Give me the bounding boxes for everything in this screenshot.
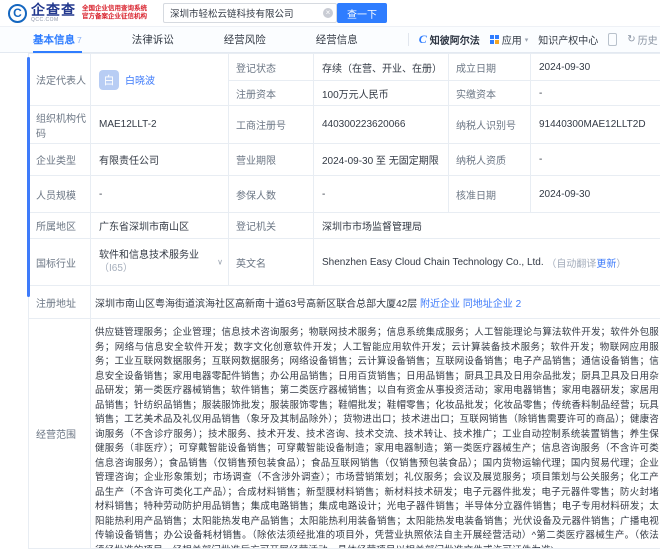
- taxpayer-id-value: 91440300MAE12LLT2D: [531, 106, 660, 144]
- staff-size-label: 人员规模: [29, 176, 91, 213]
- reg-capital-label: 注册资本: [229, 81, 314, 106]
- industry-label: 国标行业: [29, 239, 91, 286]
- biz-term-label: 营业期限: [229, 144, 314, 176]
- paid-capital-label: 实缴资本: [449, 81, 531, 106]
- divider: [407, 33, 409, 46]
- slogan-line-1: 全国企业信用查询系统: [82, 5, 147, 12]
- org-code-label: 组织机构代码: [29, 106, 91, 144]
- chevron-down-icon: ▾: [524, 36, 529, 44]
- reg-capital-value: 100万元人民币: [314, 81, 449, 106]
- company-type-value: 有限责任公司: [91, 144, 229, 176]
- slogan-line-2: 官方备案企业征信机构: [82, 13, 147, 20]
- avatar[interactable]: 白: [99, 69, 119, 90]
- qcc-logo[interactable]: C 企查查 QCC.COM: [8, 3, 76, 23]
- tab-operation-info[interactable]: 经营信息: [316, 27, 358, 52]
- basic-info-table: 法定代表人 白 白晓波 登记状态 存续（在营、开业、在册） 成立日期 2024-…: [28, 53, 660, 549]
- en-name-note: （自动翻译: [546, 258, 597, 270]
- history-icon: ↻: [627, 34, 636, 45]
- apps-menu[interactable]: 应用 ▾: [489, 32, 529, 47]
- scope-value: 供应链管理服务；企业管理；信息技术咨询服务；物联网技术服务；信息系统集成服务；人…: [95, 327, 659, 548]
- tabbar-right-tools: C 知彼阿尔法 应用 ▾ 知识产权中心 ↻ 历史 ★ SVIP 会员服务 ···: [407, 27, 660, 52]
- reg-authority-value: 深圳市市场监督管理局: [314, 213, 660, 239]
- search-button[interactable]: 查一下: [337, 3, 387, 23]
- biz-term-value: 2024-09-30 至 无固定期限: [314, 144, 449, 176]
- est-date-label: 成立日期: [449, 54, 531, 81]
- scroll-indicator[interactable]: [27, 57, 30, 297]
- est-date-value: 2024-09-30: [531, 54, 660, 81]
- insured-value: -: [314, 176, 449, 213]
- top-bar: C 企查查 QCC.COM 全国企业信用查询系统 官方备案企业征信机构 × 查一…: [0, 0, 660, 26]
- tab-basic-info[interactable]: 基本信息 7: [33, 27, 82, 53]
- qcc-slogan: 全国企业信用查询系统 官方备案企业征信机构: [82, 5, 147, 21]
- staff-size-value: -: [91, 176, 229, 213]
- apps-grid-icon: [489, 35, 499, 44]
- approval-date-value: 2024-09-30: [531, 176, 660, 213]
- region-value: 广东省深圳市南山区: [91, 213, 229, 239]
- biz-reg-no-value: 440300223620066: [314, 106, 449, 144]
- qcc-logo-domain: QCC.COM: [31, 17, 59, 23]
- scope-label: 经营范围: [29, 319, 91, 549]
- region-label: 所属地区: [29, 213, 91, 239]
- zhibi-alpha-icon: C: [418, 32, 427, 46]
- paid-capital-value: -: [531, 81, 660, 106]
- address-label: 注册地址: [29, 286, 91, 319]
- same-address-companies-link[interactable]: 同地址企业 2: [463, 295, 521, 310]
- tab-operation-risk-label: 经营风险: [223, 34, 266, 46]
- scope-cell: 供应链管理服务；企业管理；信息技术咨询服务；物联网技术服务；信息系统集成服务；人…: [91, 319, 660, 549]
- company-type-label: 企业类型: [29, 144, 91, 176]
- ip-center-link[interactable]: 知识产权中心: [538, 32, 598, 47]
- en-name-value: Shenzhen Easy Cloud Chain Technology Co.…: [322, 256, 544, 268]
- clear-search-icon[interactable]: ×: [323, 8, 333, 18]
- industry-cell: 软件和信息技术服务业 （I65） ∨: [91, 239, 229, 286]
- qcc-logo-text: 企查查: [31, 2, 76, 18]
- nearby-companies-link[interactable]: 附近企业: [420, 295, 460, 310]
- taxpayer-qual-value: -: [531, 144, 660, 176]
- zhibi-alpha-label: 知彼阿尔法: [429, 36, 480, 47]
- mobile-app-icon[interactable]: [608, 33, 618, 46]
- chevron-down-icon[interactable]: ∨: [217, 258, 223, 267]
- biz-reg-no-label: 工商注册号: [229, 106, 314, 144]
- org-code-value: MAE12LLT-2: [91, 106, 229, 144]
- tab-basic-info-count: 7: [77, 34, 82, 45]
- en-name-cell: Shenzhen Easy Cloud Chain Technology Co.…: [314, 239, 660, 286]
- qcc-logo-icon: C: [8, 3, 27, 23]
- taxpayer-qual-label: 纳税人资质: [449, 144, 531, 176]
- tab-basic-info-label: 基本信息: [33, 34, 75, 46]
- legal-rep-link[interactable]: 白晓波: [125, 72, 155, 87]
- address-cell: 深圳市南山区粤海街道滨海社区高新南十道63号高新区联合总部大厦42层 附近企业 …: [91, 286, 660, 319]
- history-link[interactable]: ↻ 历史: [627, 32, 657, 47]
- history-label: 历史: [637, 36, 658, 47]
- insured-label: 参保人数: [229, 176, 314, 213]
- approval-date-label: 核准日期: [449, 176, 531, 213]
- tab-operation-risk[interactable]: 经营风险: [224, 27, 266, 52]
- en-name-note-close: ）: [616, 258, 627, 270]
- industry-code: （I65）: [99, 263, 133, 274]
- tab-operation-info-label: 经营信息: [315, 34, 358, 46]
- reg-authority-label: 登记机关: [229, 213, 314, 239]
- tab-legal-lawsuits-label: 法律诉讼: [131, 34, 174, 46]
- legal-rep-label: 法定代表人: [29, 54, 91, 106]
- qcc-logo-text-block: 企查查 QCC.COM: [31, 3, 76, 23]
- tab-bar: 基本信息 7 法律诉讼 经营风险 经营信息 C 知彼阿尔法 应用 ▾ 知识产权中…: [0, 26, 660, 53]
- industry-value: 软件和信息技术服务业: [99, 250, 199, 261]
- en-name-label: 英文名: [229, 239, 314, 286]
- legal-rep-cell: 白 白晓波: [91, 54, 229, 106]
- reg-status-label: 登记状态: [229, 54, 314, 81]
- apps-label: 应用: [501, 36, 522, 47]
- tab-legal-lawsuits[interactable]: 法律诉讼: [132, 27, 174, 52]
- address-value: 深圳市南山区粤海街道滨海社区高新南十道63号高新区联合总部大厦42层: [95, 298, 418, 310]
- search-area: × 查一下: [163, 3, 387, 23]
- en-name-update-link[interactable]: 更新: [596, 255, 616, 270]
- search-input[interactable]: [163, 3, 337, 23]
- reg-status-value: 存续（在营、开业、在册）: [314, 54, 449, 81]
- taxpayer-id-label: 纳税人识别号: [449, 106, 531, 144]
- zhibi-alpha-entry[interactable]: C 知彼阿尔法: [419, 32, 480, 47]
